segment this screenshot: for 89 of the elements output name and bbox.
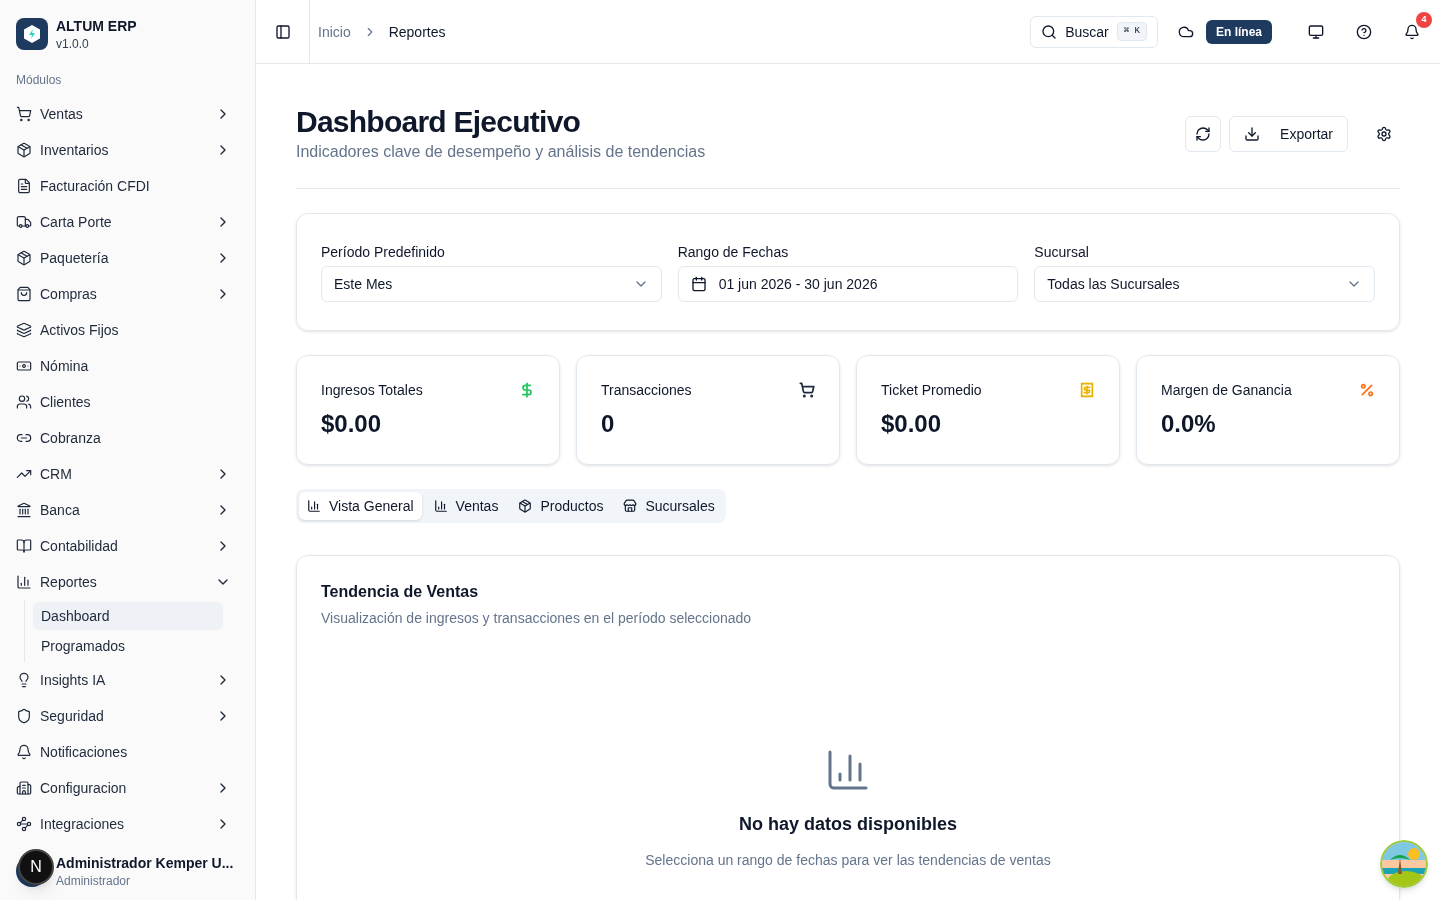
card-title: Tendencia de Ventas xyxy=(321,582,480,602)
sidebar-item[interactable]: Nómina xyxy=(0,348,255,384)
export-button[interactable]: Exportar xyxy=(1229,116,1348,152)
sidebar-item[interactable]: Integraciones xyxy=(0,806,255,842)
kpi-label: Transacciones xyxy=(601,381,693,400)
sidebar-item[interactable]: Compras xyxy=(0,276,255,312)
sidebar-item[interactable]: Clientes xyxy=(0,384,255,420)
calendar-icon xyxy=(690,276,707,292)
page-subtitle: Indicadores clave de desempeño y análisis de tendencias xyxy=(296,142,706,162)
breadcrumb-link[interactable]: Inicio xyxy=(318,21,351,42)
kpi-label: Ticket Promedio xyxy=(881,381,983,400)
filter-label: Sucursal xyxy=(1034,243,1090,262)
sidebar-item[interactable]: Activos Fijos xyxy=(0,312,255,348)
cart-icon xyxy=(16,106,32,122)
book-icon xyxy=(16,538,32,554)
sidebar-subitem[interactable]: Programados xyxy=(33,632,223,660)
sidebar-item[interactable]: Facturación CFDI xyxy=(0,168,255,204)
store-icon xyxy=(623,499,638,513)
page-title: Dashboard Ejecutivo xyxy=(296,104,582,140)
bell-icon[interactable] xyxy=(1404,23,1420,40)
brand-name: ALTUM ERP xyxy=(56,17,137,36)
package-icon xyxy=(16,250,32,266)
network-icon xyxy=(16,816,32,832)
kpi-label: Margen de Ganancia xyxy=(1161,381,1293,400)
select-field[interactable]: Todas las Sucursales xyxy=(1034,266,1375,302)
bar-chart-icon xyxy=(433,499,448,513)
select-field[interactable]: Este Mes xyxy=(321,266,662,302)
kpi-label: Ingresos Totales xyxy=(321,381,424,400)
sidebar-subitem[interactable]: Dashboard xyxy=(33,602,223,630)
version-label: v1.0.0 xyxy=(56,36,90,52)
sidebar-item[interactable]: Contabilidad xyxy=(0,528,255,564)
settings-icon[interactable] xyxy=(1376,126,1392,142)
logo-icon xyxy=(16,18,48,50)
refresh-button[interactable] xyxy=(1185,116,1222,152)
help-icon[interactable] xyxy=(1356,23,1372,40)
tab[interactable]: Productos xyxy=(510,492,612,520)
filter-label: Período Predefinido xyxy=(321,243,446,262)
shortcut-key: ⌘ K xyxy=(1116,22,1147,41)
layers-icon xyxy=(16,322,32,338)
kpi-value: 0.0% xyxy=(1161,409,1217,439)
sidebar-item[interactable]: Reportes xyxy=(0,564,255,600)
truck-icon xyxy=(16,214,32,230)
date-range-field[interactable]: 01 jun 2026 - 30 jun 2026 xyxy=(677,266,1019,302)
document-icon xyxy=(16,178,32,194)
notification-badge: 4 xyxy=(1416,11,1432,28)
bar-chart-icon xyxy=(307,499,321,513)
shield-icon xyxy=(16,708,32,724)
sidebar-item[interactable]: Banca xyxy=(0,492,255,528)
sidebar-item[interactable]: Configuracion xyxy=(0,770,255,806)
search-icon xyxy=(1041,23,1058,40)
kpi-value: $0.00 xyxy=(321,409,383,439)
user-name: Administrador Kemper U... xyxy=(56,854,234,873)
empty-title: No hay datos disponibles xyxy=(739,813,957,836)
building-icon xyxy=(16,780,32,796)
empty-text: Selecciona un rango de fechas para ver las tendencias de ventas xyxy=(645,851,1051,870)
lightbulb-icon xyxy=(16,672,32,688)
section-label: Módulos xyxy=(15,72,63,88)
kpi-value: 0 xyxy=(601,409,616,439)
bar-chart-icon xyxy=(16,574,32,590)
breadcrumb-current: Reportes xyxy=(388,22,446,42)
package-icon xyxy=(16,142,32,158)
users-icon xyxy=(16,394,32,410)
sidebar-item[interactable]: Paquetería xyxy=(0,240,255,276)
download-icon xyxy=(1244,126,1261,142)
package-icon xyxy=(518,499,533,513)
kpi-value: $0.00 xyxy=(881,409,943,439)
card-subtitle: Visualización de ingresos y transacciones en el período seleccionado xyxy=(321,609,753,628)
bag-icon xyxy=(16,286,32,302)
tab[interactable]: Ventas xyxy=(425,492,507,520)
banknote-icon xyxy=(16,358,32,374)
tab[interactable]: Vista General xyxy=(299,492,422,520)
monitor-icon[interactable] xyxy=(1308,23,1324,40)
sidebar-toggle-icon[interactable] xyxy=(274,23,291,40)
bell-icon xyxy=(16,744,32,760)
refresh-icon xyxy=(1195,126,1212,142)
search-button[interactable]: Buscar ⌘ K xyxy=(1030,15,1158,48)
sidebar-item[interactable]: Carta Porte xyxy=(0,204,255,240)
status-badge: En línea xyxy=(1206,19,1272,44)
sidebar-item[interactable]: Notificaciones xyxy=(0,734,255,770)
filter-label: Rango de Fechas xyxy=(677,243,790,262)
bank-icon xyxy=(16,502,32,518)
sidebar-item[interactable]: Insights IA xyxy=(0,662,255,698)
sidebar-item[interactable]: CRM xyxy=(0,456,255,492)
user-role: Administrador xyxy=(56,873,132,889)
sidebar-item[interactable]: Inventarios xyxy=(0,132,255,168)
sidebar-item[interactable]: Seguridad xyxy=(0,698,255,734)
sidebar-item[interactable]: Cobranza xyxy=(0,420,255,456)
tab[interactable]: Sucursales xyxy=(615,492,723,520)
sidebar-item[interactable]: Ventas xyxy=(0,96,255,132)
